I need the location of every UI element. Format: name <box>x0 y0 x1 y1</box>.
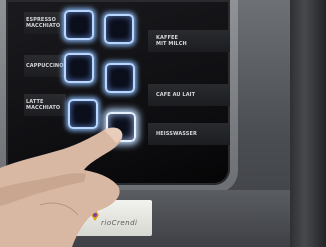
label-text: CAPPUCCINO <box>26 63 64 69</box>
label-latte-macchiato: LATTE MACCHIATO <box>24 94 66 116</box>
control-panel: ESPRESSO MACCHIATO CAPPUCCINO LATTE MACC… <box>6 0 230 185</box>
cafe-au-lait-button[interactable] <box>105 63 135 93</box>
label-cappuccino: CAPPUCCINO <box>24 55 66 77</box>
label-cafe-au-lait: CAFE AU LAIT <box>148 84 230 106</box>
label-text: ESPRESSO MACCHIATO <box>26 17 61 29</box>
cappuccino-button[interactable] <box>64 53 94 83</box>
heisswasser-button[interactable] <box>106 112 136 142</box>
label-text: LATTE MACCHIATO <box>26 99 61 111</box>
machine-side-wall <box>290 0 326 247</box>
espresso-macchiato-button[interactable] <box>64 10 94 40</box>
latte-macchiato-button[interactable] <box>68 99 98 129</box>
label-text: KAFFEE MIT MILCH <box>156 35 187 47</box>
label-kaffee-mit-milch: KAFFEE MIT MILCH <box>148 30 230 52</box>
label-espresso-macchiato: ESPRESSO MACCHIATO <box>24 12 66 34</box>
brand-logo-icon <box>91 209 99 221</box>
brand-plate: rioCrendi <box>70 200 152 236</box>
brand-name: rioCrendi <box>101 219 138 227</box>
label-text: HEISSWASSER <box>156 131 197 137</box>
label-heisswasser: HEISSWASSER <box>148 123 230 145</box>
kaffee-mit-milch-button[interactable] <box>104 14 134 44</box>
photo-scene: ESPRESSO MACCHIATO CAPPUCCINO LATTE MACC… <box>0 0 326 247</box>
label-text: CAFE AU LAIT <box>156 92 196 98</box>
